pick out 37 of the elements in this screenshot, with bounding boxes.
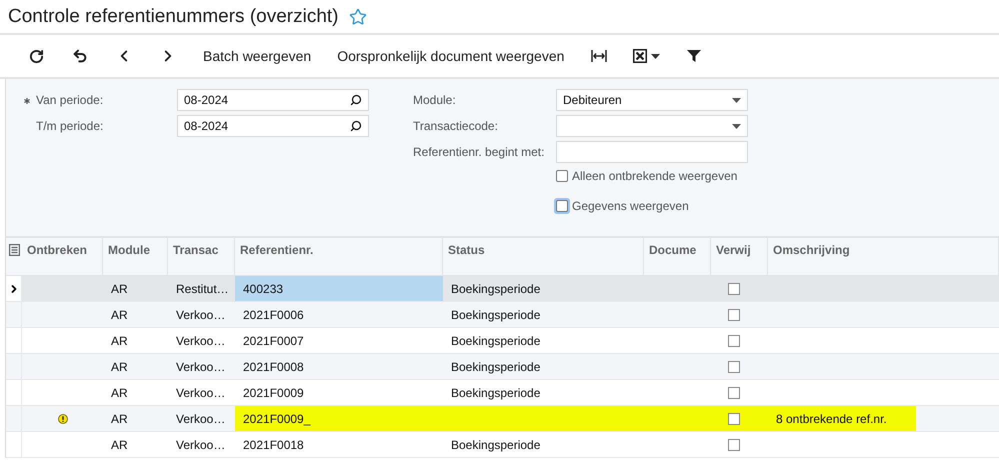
table-cell: Boekingsperiode: [443, 276, 644, 302]
column-header[interactable]: Module: [103, 238, 168, 276]
table-cell: 400233: [235, 276, 443, 302]
table-cell: AR: [103, 276, 168, 302]
column-header[interactable]: Ontbreken: [22, 238, 103, 276]
table-cell: AR: [103, 354, 168, 380]
table-cell: Boekingsperiode: [443, 302, 644, 328]
toolbar-button[interactable]: Oorspronkelijk document weergeven: [324, 40, 578, 72]
dropdown-field[interactable]: Debiteuren: [556, 89, 748, 111]
table-cell: AR: [103, 302, 168, 328]
table-cell: Verkoo…: [168, 302, 235, 328]
table-cell: 8 ontbrekende ref.nr.: [768, 406, 999, 432]
table-cell: 2021F0008: [235, 354, 443, 380]
table-cell: 2021F0009_: [235, 406, 443, 432]
table-cell: Boekingsperiode: [443, 354, 644, 380]
field-label: Module:: [413, 93, 457, 107]
checkbox-label: Alleen ontbrekende weergeven: [572, 169, 738, 183]
column-header[interactable]: Omschrijving: [768, 238, 999, 276]
column-header[interactable]: Referentienr.: [235, 238, 443, 276]
table-cell: Verkoo…: [168, 406, 235, 432]
field-label: Referentienr. begint met:: [413, 145, 546, 159]
table-cell: Restitut…: [168, 276, 235, 302]
table-cell: 2021F0006: [235, 302, 443, 328]
page-title: Controle referentienummers (overzicht): [8, 6, 339, 28]
column-header[interactable]: Status: [443, 238, 644, 276]
column-header[interactable]: Verwij: [711, 238, 768, 276]
period-field[interactable]: 08-2024: [177, 115, 369, 137]
checkbox-label: Gegevens weergeven: [572, 199, 689, 213]
field-label: Transactiecode:: [413, 119, 499, 133]
column-header[interactable]: Docume: [644, 238, 711, 276]
period-field[interactable]: 08-2024: [177, 89, 369, 111]
table-cell: AR: [103, 406, 168, 432]
table-cell: Verkoo…: [168, 354, 235, 380]
column-header[interactable]: Transac: [168, 238, 235, 276]
toolbar-button[interactable]: Batch weergeven: [190, 40, 324, 72]
field-label: Van periode:: [36, 93, 104, 107]
field-label: T/m periode:: [36, 119, 104, 133]
